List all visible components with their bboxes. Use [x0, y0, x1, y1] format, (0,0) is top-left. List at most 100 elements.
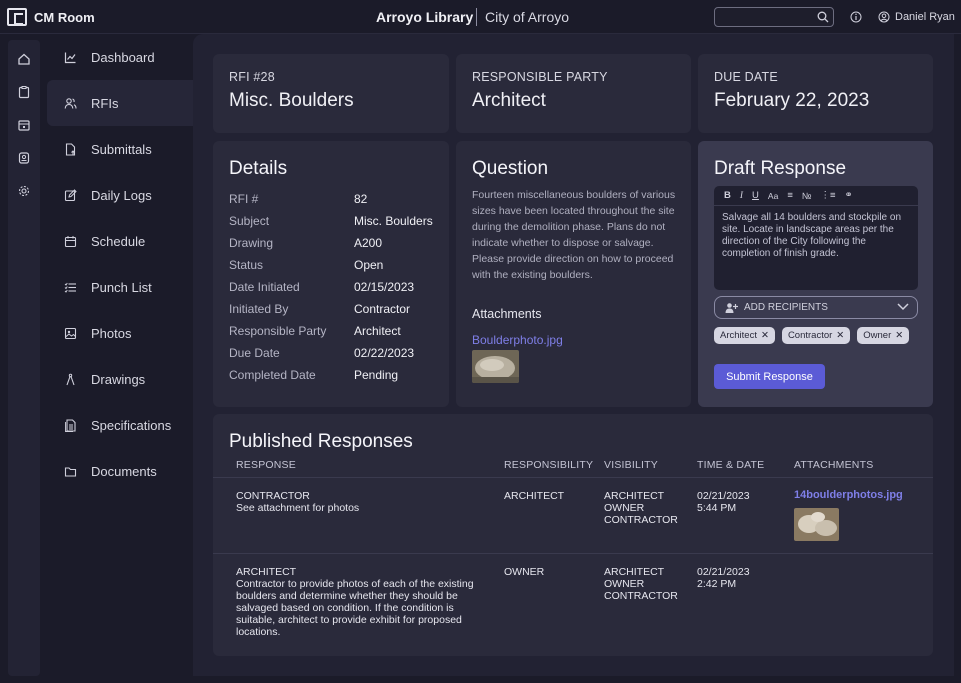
response-author: CONTRACTOR [236, 490, 310, 502]
response-attachment-link[interactable]: 14boulderphotos.jpg [794, 489, 903, 501]
draft-response-card: Draft Response B I U Aa ≡ № ⋮≡ ⚭ Salvage… [698, 141, 933, 407]
visibility-item: ARCHITECT [604, 566, 665, 578]
sidebar-item-punch-list[interactable]: Punch List [47, 264, 193, 310]
remove-recipient-icon[interactable]: ✕ [761, 330, 769, 341]
table-divider [213, 553, 933, 554]
link-icon[interactable]: ⚭ [845, 190, 853, 201]
search-box[interactable] [714, 7, 834, 27]
draft-response-title: Draft Response [714, 158, 847, 179]
badge-icon[interactable] [17, 151, 31, 165]
sidebar-item-label: Drawings [91, 371, 146, 387]
detail-row: Status Open [229, 258, 449, 272]
sidebar-item-label: Punch List [91, 279, 152, 295]
boulder-photo-icon [472, 350, 519, 383]
sidebar-item-label: Daily Logs [91, 187, 152, 203]
recipient-chip: Contractor ✕ [781, 327, 851, 344]
top-bar: CM Room Arroyo Library City of Arroyo Da… [0, 0, 961, 34]
column-header-responsibility: RESPONSIBILITY [504, 459, 594, 471]
client-name: City of Arroyo [485, 9, 570, 25]
sidebar-nav: Dashboard RFIs Submittals Daily Logs Sch… [47, 34, 193, 683]
response-text[interactable]: Salvage all 14 boulders and stockpile on… [722, 212, 914, 260]
recipient-name: Architect [720, 330, 757, 341]
detail-row: RFI # 82 [229, 192, 449, 206]
attachment-thumbnail[interactable] [472, 350, 519, 383]
table-divider [213, 477, 933, 478]
detail-row: Initiated By Contractor [229, 302, 449, 316]
sidebar-item-label: Schedule [91, 233, 146, 249]
clipboard-icon[interactable] [17, 85, 31, 99]
response-time: 5:44 PM [697, 502, 737, 514]
sidebar-item-drawings[interactable]: Drawings [47, 356, 193, 402]
details-title: Details [229, 158, 288, 179]
question-text: Fourteen miscellaneous boulders of vario… [472, 189, 676, 281]
detail-value: Pending [354, 368, 399, 382]
cm-room-logo-icon[interactable] [7, 8, 27, 26]
submit-response-button[interactable]: Submit Response [714, 364, 825, 389]
details-card: Details RFI # 82 Subject Misc. Boulders Dr… [213, 141, 449, 407]
column-header-attachments: ATTACHMENTS [794, 459, 874, 471]
user-avatar-icon [878, 11, 890, 23]
settings-gear-icon[interactable] [17, 184, 31, 198]
rfi-summary-card: RFI #28 Misc. Boulders [213, 54, 449, 133]
font-size-icon[interactable]: Aa [768, 191, 778, 201]
add-user-icon [725, 302, 738, 313]
detail-row: Drawing A200 [229, 236, 449, 250]
detail-row: Date Initiated 02/15/2023 [229, 280, 449, 294]
attachments-label: Attachments [472, 307, 542, 321]
add-recipients-dropdown[interactable]: ADD RECIPIENTS [714, 296, 918, 319]
remove-recipient-icon[interactable]: ✕ [895, 330, 903, 341]
user-menu[interactable]: Daniel Ryan [878, 11, 955, 23]
recipient-chip: Architect ✕ [714, 327, 775, 344]
detail-label: Subject [229, 214, 270, 228]
rfi-number: RFI #28 [229, 70, 275, 84]
visibility-item: ARCHITECT [604, 490, 665, 502]
detail-row: Due Date 02/22/2023 [229, 346, 449, 360]
detail-label: Initiated By [229, 302, 289, 316]
response-editor[interactable]: B I U Aa ≡ № ⋮≡ ⚭ Salvage all 14 boulder… [714, 186, 918, 290]
align-icon[interactable]: ≡ [787, 190, 793, 201]
detail-row: Completed Date Pending [229, 368, 449, 382]
sidebar-item-daily-logs[interactable]: Daily Logs [47, 172, 193, 218]
detail-value: 82 [354, 192, 368, 206]
responsible-party-value: Architect [472, 90, 546, 111]
users-icon [64, 97, 77, 109]
bullet-list-icon[interactable]: ⋮≡ [821, 190, 836, 201]
recipient-name: Owner [863, 330, 892, 341]
sidebar-item-photos[interactable]: Photos [47, 310, 193, 356]
sidebar-item-documents[interactable]: Documents [47, 448, 193, 494]
compass-icon [66, 373, 75, 385]
editor-toolbar: B I U Aa ≡ № ⋮≡ ⚭ [714, 186, 918, 206]
image-icon [64, 327, 77, 339]
boulders-photo-icon [794, 508, 839, 541]
recipient-name: Contractor [787, 330, 833, 341]
sidebar-item-label: RFIs [91, 95, 119, 111]
sidebar-item-dashboard[interactable]: Dashboard [47, 34, 193, 80]
underline-icon[interactable]: U [752, 190, 759, 201]
chevron-down-icon [897, 303, 909, 311]
visibility-item: CONTRACTOR [604, 514, 678, 526]
project-name[interactable]: Arroyo Library [376, 9, 473, 25]
due-date-card: DUE DATE February 22, 2023 [698, 54, 933, 133]
sidebar-item-rfis[interactable]: RFIs [47, 80, 193, 126]
italic-icon[interactable]: I [740, 191, 743, 201]
detail-row: Responsible Party Architect [229, 324, 449, 338]
detail-value: 02/22/2023 [354, 346, 415, 360]
sidebar-item-specifications[interactable]: Specifications [47, 402, 193, 448]
attachment-link[interactable]: Boulderphoto.jpg [472, 333, 563, 347]
sidebar-item-schedule[interactable]: Schedule [47, 218, 193, 264]
sidebar-item-label: Documents [91, 463, 157, 479]
remove-recipient-icon[interactable]: ✕ [836, 330, 844, 341]
ordered-list-icon[interactable]: № [802, 191, 812, 201]
bold-icon[interactable]: B [724, 190, 731, 201]
search-icon[interactable] [817, 11, 829, 23]
home-icon[interactable] [17, 52, 31, 66]
document-icon [65, 418, 76, 432]
sidebar-item-submittals[interactable]: Submittals [47, 126, 193, 172]
detail-label: Status [229, 258, 264, 272]
calendar-icon[interactable] [17, 118, 31, 132]
info-icon[interactable] [850, 11, 862, 23]
response-attachment-thumbnail[interactable] [794, 508, 839, 541]
file-upload-icon [65, 142, 76, 156]
response-author: ARCHITECT [236, 566, 297, 578]
search-input[interactable] [719, 10, 814, 24]
